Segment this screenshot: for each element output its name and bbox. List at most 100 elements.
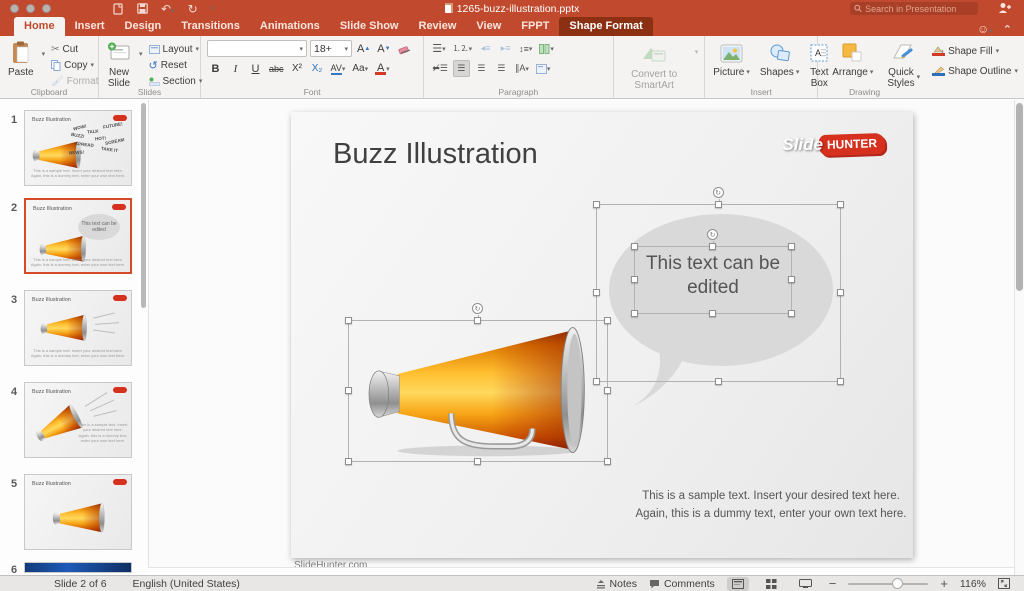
vertical-scrollbar-track[interactable]	[1014, 100, 1024, 575]
slide-thumbnail-1[interactable]: Buzz Illustration WOW! TALK FUTURE! BUZZ…	[24, 110, 132, 186]
copy-dropdown-arrow[interactable]: ▾	[90, 61, 94, 69]
tab-slide-show[interactable]: Slide Show	[330, 17, 409, 36]
cut-button[interactable]: ✂Cut	[51, 42, 98, 56]
columns-button[interactable]: ▾	[537, 40, 556, 57]
fit-slide-icon[interactable]	[998, 578, 1010, 589]
font-color-button[interactable]: A▾	[373, 60, 392, 77]
comments-button[interactable]: Comments	[649, 578, 715, 590]
resize-handle[interactable]	[788, 243, 795, 250]
resize-handle[interactable]	[788, 276, 795, 283]
resize-handle[interactable]	[345, 387, 352, 394]
convert-to-smartart-button[interactable]: Convert to SmartArt	[620, 42, 689, 92]
picture-dropdown-arrow[interactable]: ▾	[746, 69, 750, 77]
new-document-icon[interactable]	[113, 3, 124, 15]
tab-insert[interactable]: Insert	[65, 17, 115, 36]
vertical-scrollbar-thumb[interactable]	[1016, 103, 1023, 291]
resize-handle[interactable]	[837, 201, 844, 208]
picture-button[interactable]: Picture▾	[711, 40, 752, 79]
close-window-button[interactable]	[10, 4, 19, 13]
resize-handle[interactable]	[604, 317, 611, 324]
tab-review[interactable]: Review	[409, 17, 467, 36]
tab-animations[interactable]: Animations	[250, 17, 330, 36]
decrease-font-size-button[interactable]: A▼	[375, 40, 392, 57]
thumbnail-panel-scrollbar[interactable]	[141, 103, 146, 308]
reset-button[interactable]: ↺Reset	[149, 58, 203, 72]
zoom-slider-thumb[interactable]	[892, 578, 903, 589]
resize-handle[interactable]	[837, 378, 844, 385]
shapes-dropdown-arrow[interactable]: ▾	[796, 69, 800, 77]
new-slide-dropdown-arrow[interactable]: ▾	[139, 50, 143, 58]
font-color-dropdown-arrow[interactable]: ▾	[386, 65, 390, 73]
slide-thumbnail-4[interactable]: Buzz Illustration This is a sample text.…	[24, 382, 132, 458]
slide-thumbnail-2-selected[interactable]: Buzz Illustration This text can be edite…	[24, 198, 132, 274]
copy-button[interactable]: Copy▾	[51, 58, 98, 72]
font-size-combo[interactable]: 18+▾	[310, 40, 352, 57]
decrease-indent-button[interactable]: ◂≡	[477, 40, 494, 57]
resize-handle[interactable]	[345, 317, 352, 324]
resize-handle[interactable]	[593, 201, 600, 208]
line-spacing-button[interactable]: ↕≡▾	[517, 40, 534, 57]
shape-outline-dropdown-arrow[interactable]: ▾	[1014, 67, 1018, 75]
zoom-slider[interactable]	[848, 583, 928, 585]
font-name-combo[interactable]: ▾	[207, 40, 307, 57]
numbering-button[interactable]: ⒈⒉▾	[451, 40, 475, 57]
shape-outline-button[interactable]: Shape Outline▾	[932, 64, 1018, 78]
tab-design[interactable]: Design	[115, 17, 172, 36]
share-user-icon[interactable]	[998, 2, 1012, 14]
align-center-button[interactable]: ☰	[453, 60, 470, 77]
zoom-window-button[interactable]	[42, 4, 51, 13]
quick-styles-button[interactable]: Quick Styles▾	[885, 40, 922, 90]
align-text-button[interactable]: ▾	[534, 60, 553, 77]
redo-button[interactable]: ↻	[188, 2, 198, 16]
horizontal-scrollbar[interactable]	[148, 567, 1014, 575]
superscript-button[interactable]: X²	[289, 60, 306, 77]
resize-handle[interactable]	[604, 458, 611, 465]
resize-handle[interactable]	[604, 387, 611, 394]
customize-toolbar-icon[interactable]: ▿	[211, 3, 216, 14]
shape-fill-dropdown-arrow[interactable]: ▾	[996, 47, 1000, 55]
resize-handle[interactable]	[709, 310, 716, 317]
tab-transitions[interactable]: Transitions	[171, 17, 250, 36]
resize-handle[interactable]	[474, 458, 481, 465]
italic-button[interactable]: I	[227, 60, 244, 77]
notes-button[interactable]: Notes	[596, 578, 637, 590]
underline-button[interactable]: U	[247, 60, 264, 77]
zoom-in-button[interactable]: +	[940, 576, 948, 591]
zoom-percentage[interactable]: 116%	[960, 578, 986, 590]
align-left-button[interactable]: ⬅̸☰	[430, 60, 450, 77]
bubble-rotate-handle[interactable]: ↻	[713, 187, 724, 198]
tab-home[interactable]: Home	[14, 17, 65, 36]
justify-button[interactable]: ☰	[493, 60, 510, 77]
strikethrough-button[interactable]: abc	[267, 60, 286, 77]
resize-handle[interactable]	[345, 458, 352, 465]
search-box[interactable]	[850, 2, 978, 15]
undo-button[interactable]: ↶▾	[161, 2, 175, 16]
save-icon[interactable]	[137, 3, 148, 14]
tab-view[interactable]: View	[466, 17, 511, 36]
search-input[interactable]	[865, 4, 974, 14]
arrange-dropdown-arrow[interactable]: ▾	[870, 69, 874, 77]
sample-text-block[interactable]: This is a sample text. Insert your desir…	[501, 488, 1024, 524]
resize-handle[interactable]	[715, 201, 722, 208]
slide-title-text[interactable]: Buzz Illustration	[333, 138, 538, 171]
character-spacing-button[interactable]: AV▾	[329, 60, 348, 77]
collapse-ribbon-icon[interactable]: ⌃	[1003, 23, 1012, 36]
arrange-button[interactable]: Arrange▾	[830, 40, 875, 79]
paste-button[interactable]: Paste	[6, 40, 36, 79]
megaphone-rotate-handle[interactable]: ↻	[472, 303, 483, 314]
zoom-out-button[interactable]: −	[829, 576, 837, 591]
slide-thumbnail-5[interactable]: Buzz Illustration	[24, 474, 132, 550]
slideshow-view-button[interactable]	[795, 577, 817, 591]
slide-editing-area[interactable]: Buzz Illustration Slide HUNTER This text…	[291, 112, 913, 558]
clear-formatting-button[interactable]	[396, 40, 414, 57]
format-painter-button[interactable]: 🖌Format	[51, 74, 98, 88]
resize-handle[interactable]	[631, 310, 638, 317]
increase-indent-button[interactable]: ▸≡	[497, 40, 514, 57]
resize-handle[interactable]	[593, 289, 600, 296]
slide-thumbnail-6[interactable]	[24, 562, 132, 573]
feedback-smiley-icon[interactable]: ☺▾	[977, 22, 993, 36]
text-direction-button[interactable]: ∥A▾	[513, 60, 531, 77]
quick-styles-dropdown-arrow[interactable]: ▾	[917, 74, 921, 82]
resize-handle[interactable]	[788, 310, 795, 317]
minimize-window-button[interactable]	[26, 4, 35, 13]
